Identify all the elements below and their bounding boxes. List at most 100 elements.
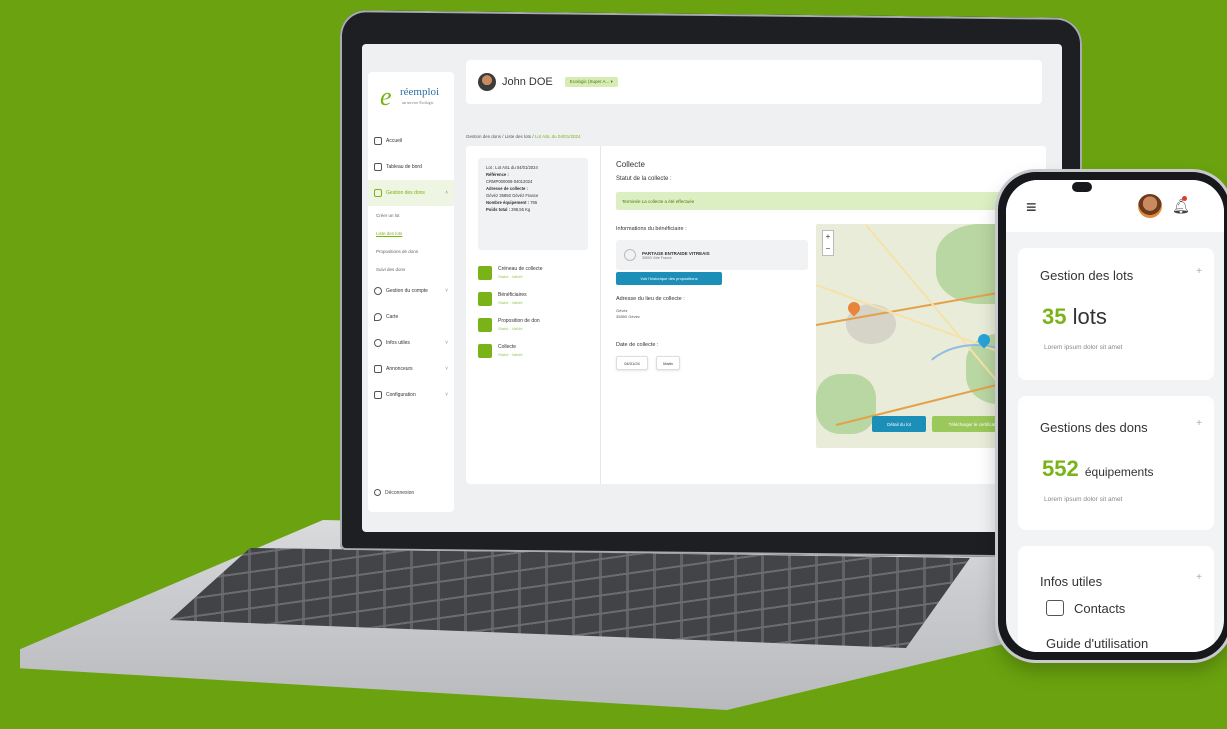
step-title: Créneau de collecte: [498, 266, 543, 272]
sidebar-item-label: Infos utiles: [386, 340, 410, 346]
search-icon: [478, 292, 492, 306]
breadcrumb-current: Lot ASL du 04/01/2024: [534, 134, 581, 139]
logout-label: Déconnexion: [385, 489, 415, 496]
card-description: Lorem ipsum dolor sit amet: [1044, 496, 1123, 503]
plus-icon[interactable]: +: [1196, 418, 1202, 429]
laptop-screen: e réemploi un service Ecologic Accueil T…: [362, 44, 1062, 532]
card-title: Gestions des dons: [1040, 420, 1148, 435]
chevron-down-icon: ˅: [445, 340, 448, 346]
dons-count: 552 équipements: [1042, 456, 1154, 482]
poids-label: Poids total :: [486, 207, 510, 212]
plus-icon[interactable]: +: [1196, 572, 1202, 583]
card-gestion-lots[interactable]: Gestion des lots + 35 lots Lorem ipsum d…: [1018, 248, 1214, 380]
lots-count: 35 lots: [1042, 304, 1107, 330]
date-collecte-label: Date de collecte :: [616, 342, 659, 348]
logout-button[interactable]: Déconnexion: [374, 489, 414, 496]
sidebar-item-tableau-de-bord[interactable]: Tableau de bord: [368, 154, 454, 180]
sidebar-item-gestion-des-dons[interactable]: Gestion des dons ˄: [368, 180, 454, 206]
sidebar-subitem-liste-lots[interactable]: Liste des lots: [368, 224, 454, 242]
phone-camera-notch: [1072, 182, 1092, 192]
adresse-collecte-value: Gévéz 35850 Gévéz: [616, 308, 640, 320]
contacts-link[interactable]: Contacts: [1046, 600, 1125, 616]
logout-icon: [374, 489, 381, 496]
beneficiaire-name: PARTAGE ENTRAIDE VITREAIS: [642, 250, 710, 256]
statut-banner: Terminée La collecte a été effectuée: [616, 192, 1036, 210]
contacts-label: Contacts: [1074, 600, 1126, 616]
statut-label: Statut de la collecte :: [616, 176, 672, 182]
card-gestion-dons[interactable]: Gestions des dons + 552 équipements Lore…: [1018, 396, 1214, 530]
poids-value: 398,55 Kg: [511, 207, 531, 212]
dons-unit: équipements: [1084, 465, 1154, 479]
nombre-value: 765: [530, 200, 538, 205]
sidebar-item-label: Gestion du compte: [386, 288, 428, 294]
sidebar-item-annonceurs[interactable]: Annonceurs ˅: [368, 356, 454, 382]
lot-detail-card: Lot : Lot ASL du 04/01/2024 Référence : …: [466, 146, 1046, 484]
sidebar-item-label: Configuration: [386, 392, 416, 398]
box-icon: [374, 189, 382, 197]
gift-icon: [478, 318, 492, 332]
breadcrumb: Gestion des dons / Liste des lots / Lot …: [466, 134, 581, 139]
user-name: John DOE: [502, 76, 553, 88]
lots-unit: lots: [1072, 304, 1107, 329]
sidebar-item-configuration[interactable]: Configuration ˅: [368, 382, 454, 408]
reference-label: Référence :: [486, 172, 509, 177]
role-select[interactable]: Ecologic (Super A... ▾: [564, 77, 618, 87]
sidebar-item-carte[interactable]: Carte: [368, 304, 454, 330]
user-icon: [374, 287, 382, 295]
avatar[interactable]: [478, 73, 496, 91]
sidebar-item-label: Carte: [386, 314, 399, 320]
card-description: Lorem ipsum dolor sit amet: [1044, 344, 1123, 351]
history-button[interactable]: Voir l'historique des propositions: [616, 272, 722, 285]
megaphone-icon: [374, 365, 382, 373]
detail-lot-button[interactable]: Détail du lot: [872, 416, 926, 432]
step-status: Statut : Validé: [498, 300, 523, 305]
menu-icon[interactable]: ≡: [1026, 198, 1044, 216]
step-collecte[interactable]: Collecte Statut : Validé: [478, 344, 598, 358]
card-title: Gestion des lots: [1040, 268, 1134, 283]
notification-dot: [1182, 196, 1187, 201]
breadcrumb-item[interactable]: Liste des lots: [505, 134, 531, 139]
step-title: Bénéficiaires: [498, 292, 527, 298]
reference-value: CRMP000008-04012024: [486, 179, 533, 184]
guide-link[interactable]: Guide d'utilisation: [1046, 636, 1148, 651]
lots-number: 35: [1042, 304, 1067, 329]
process-steps: Créneau de collecte Statut : Validé Béné…: [478, 266, 598, 370]
chevron-down-icon: ˅: [445, 392, 448, 398]
top-header: John DOE Ecologic (Super A... ▾: [466, 60, 1042, 104]
logo-word: réemploi: [400, 86, 440, 98]
dashboard-icon: [374, 163, 382, 171]
sidebar-nav: Accueil Tableau de bord Gestion des dons…: [368, 128, 454, 408]
sidebar-item-accueil[interactable]: Accueil: [368, 128, 454, 154]
avatar[interactable]: [1138, 194, 1162, 218]
step-creneau[interactable]: Créneau de collecte Statut : Validé: [478, 266, 598, 280]
sidebar-subitem-creer-lot[interactable]: Créer un lot: [368, 206, 454, 224]
adresse-collecte-label: Adresse du lieu de collecte :: [616, 296, 685, 302]
plus-icon[interactable]: +: [1196, 266, 1202, 277]
settings-icon: [374, 391, 382, 399]
chevron-down-icon: ˅: [445, 288, 448, 294]
contacts-icon: [1046, 600, 1064, 616]
map-zoom-control[interactable]: + −: [822, 230, 834, 256]
breadcrumb-item[interactable]: Gestion des dons: [466, 134, 501, 139]
info-icon: [374, 339, 382, 347]
step-proposition[interactable]: Proposition de don Statut : Validé: [478, 318, 598, 332]
beneficiaire-card[interactable]: PARTAGE ENTRAIDE VITREAIS 35500 Vitré Fr…: [616, 240, 808, 270]
step-beneficiaires[interactable]: Bénéficiaires Statut : Validé: [478, 292, 598, 306]
sidebar: e réemploi un service Ecologic Accueil T…: [368, 72, 454, 512]
logo-letter: e: [380, 82, 392, 111]
date-chip: 04/01/24: [616, 356, 648, 370]
beneficiaire-address: 35500 Vitré France: [642, 255, 672, 260]
sidebar-subitem-propositions[interactable]: Propositions de dons: [368, 242, 454, 260]
sidebar-item-infos-utiles[interactable]: Infos utiles ˅: [368, 330, 454, 356]
lot-title: Lot : Lot ASL du 04/01/2024: [486, 165, 538, 170]
sidebar-subitem-suivi-dons[interactable]: Suivi des dons: [368, 260, 454, 278]
sidebar-item-label: Gestion des dons: [386, 190, 425, 196]
sidebar-item-label: Tableau de bord: [386, 164, 422, 170]
calendar-icon: [478, 266, 492, 280]
brand-logo[interactable]: e réemploi un service Ecologic: [380, 82, 439, 112]
organization-icon: [624, 249, 636, 261]
map-pin-icon: [374, 313, 382, 321]
nombre-label: Nombre équipement :: [486, 200, 530, 205]
sidebar-item-gestion-du-compte[interactable]: Gestion du compte ˅: [368, 278, 454, 304]
sidebar-item-label: Annonceurs: [386, 366, 413, 372]
